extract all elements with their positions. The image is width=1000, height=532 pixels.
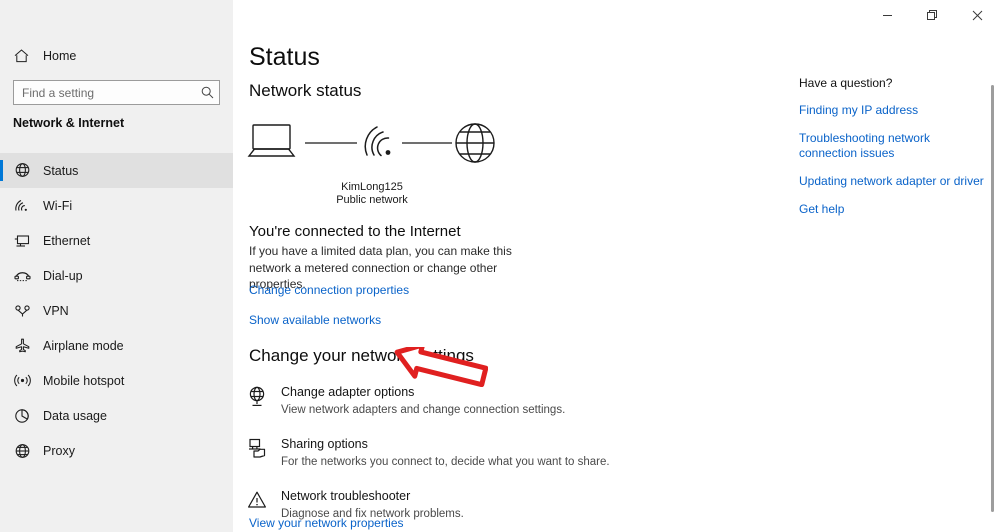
sidebar-item-label: Dial-up bbox=[43, 268, 83, 283]
option-title: Change adapter options bbox=[281, 385, 415, 399]
network-options-list: Change adapter options View network adap… bbox=[247, 382, 717, 532]
sidebar-item-ethernet[interactable]: Ethernet bbox=[0, 223, 233, 258]
home-icon bbox=[14, 49, 36, 63]
home-label: Home bbox=[43, 49, 77, 63]
close-button[interactable] bbox=[955, 0, 1000, 31]
search-box[interactable] bbox=[13, 80, 220, 105]
sidebar-item-wi-fi[interactable]: Wi-Fi bbox=[0, 188, 233, 223]
network-name-block: KimLong125 Public network bbox=[247, 181, 497, 207]
sidebar-item-label: Ethernet bbox=[43, 233, 91, 248]
sidebar-item-home[interactable]: Home bbox=[0, 43, 233, 69]
help-rail: Have a question? Finding my IP address T… bbox=[799, 76, 984, 230]
option-description: For the networks you connect to, decide … bbox=[281, 456, 610, 468]
sharing-icon bbox=[247, 434, 281, 482]
link-change-connection-properties[interactable]: Change connection properties bbox=[249, 283, 409, 297]
sidebar: Home Network & Internet bbox=[0, 0, 233, 532]
sidebar-item-proxy[interactable]: Proxy bbox=[0, 433, 233, 468]
sidebar-item-data-usage[interactable]: Data usage bbox=[0, 398, 233, 433]
option-description: View network adapters and change connect… bbox=[281, 404, 566, 416]
search-icon[interactable] bbox=[195, 86, 219, 99]
help-link-finding-ip[interactable]: Finding my IP address bbox=[799, 103, 984, 118]
restore-button[interactable] bbox=[910, 0, 955, 31]
pie-chart-icon bbox=[14, 406, 36, 426]
sidebar-nav-list: Status Wi-Fi Ethernet Dial-up VPN Airpla… bbox=[0, 153, 233, 468]
link-show-available-networks[interactable]: Show available networks bbox=[249, 313, 381, 327]
sidebar-item-vpn[interactable]: VPN bbox=[0, 293, 233, 328]
sidebar-item-label: Airplane mode bbox=[43, 338, 124, 353]
sidebar-item-label: Proxy bbox=[43, 443, 75, 458]
sidebar-item-status[interactable]: Status bbox=[0, 153, 233, 188]
settings-window: Settings bbox=[0, 0, 1000, 532]
sidebar-item-mobile-hotspot[interactable]: Mobile hotspot bbox=[0, 363, 233, 398]
option-sharing-options[interactable]: Sharing options For the networks you con… bbox=[247, 434, 717, 482]
network-type: Public network bbox=[336, 194, 408, 206]
link-view-network-properties[interactable]: View your network properties bbox=[249, 516, 404, 530]
network-diagram bbox=[247, 119, 507, 181]
adapter-globe-icon bbox=[247, 382, 281, 430]
sidebar-item-label: Wi-Fi bbox=[43, 198, 73, 213]
window-controls bbox=[865, 0, 1000, 31]
sidebar-item-dial-up[interactable]: Dial-up bbox=[0, 258, 233, 293]
dialup-phone-icon bbox=[14, 266, 36, 286]
vertical-scrollbar[interactable] bbox=[991, 85, 994, 512]
option-title: Network troubleshooter bbox=[281, 489, 411, 503]
vpn-icon bbox=[14, 301, 36, 321]
laptop-icon bbox=[247, 124, 296, 157]
sidebar-item-label: VPN bbox=[43, 303, 69, 318]
network-name: KimLong125 bbox=[341, 181, 403, 193]
option-text: Change adapter options View network adap… bbox=[281, 382, 565, 430]
change-network-settings-heading: Change your network settings bbox=[249, 346, 474, 365]
airplane-icon bbox=[14, 336, 36, 356]
wifi-signal-icon bbox=[364, 126, 391, 157]
minimize-button[interactable] bbox=[865, 0, 910, 31]
network-status-heading: Network status bbox=[249, 81, 362, 100]
option-text: Sharing options For the networks you con… bbox=[281, 434, 610, 482]
help-link-troubleshooting[interactable]: Troubleshooting network connection issue… bbox=[799, 131, 984, 161]
sidebar-item-label: Mobile hotspot bbox=[43, 373, 125, 388]
option-title: Sharing options bbox=[281, 437, 368, 451]
globe-icon bbox=[14, 441, 36, 461]
ethernet-icon bbox=[14, 231, 36, 251]
hotspot-icon bbox=[14, 371, 36, 391]
page-title: Status bbox=[249, 43, 320, 71]
sidebar-item-label: Status bbox=[43, 163, 79, 178]
connected-heading: You're connected to the Internet bbox=[249, 223, 461, 240]
help-link-get-help[interactable]: Get help bbox=[799, 202, 984, 217]
help-rail-heading: Have a question? bbox=[799, 76, 893, 90]
sidebar-category-title: Network & Internet bbox=[13, 116, 125, 130]
sidebar-item-label: Data usage bbox=[43, 408, 107, 423]
wifi-icon bbox=[14, 196, 36, 216]
option-change-adapter-options[interactable]: Change adapter options View network adap… bbox=[247, 382, 717, 430]
main-content: Status Network status KimLong125 Public … bbox=[233, 31, 1000, 532]
restore-icon bbox=[927, 10, 937, 20]
minimize-icon bbox=[883, 15, 892, 16]
close-icon bbox=[972, 10, 983, 21]
search-input[interactable] bbox=[14, 85, 195, 100]
help-link-updating-adapter[interactable]: Updating network adapter or driver bbox=[799, 174, 984, 189]
sidebar-item-airplane-mode[interactable]: Airplane mode bbox=[0, 328, 233, 363]
status-globe-icon bbox=[14, 161, 36, 181]
globe-icon bbox=[455, 123, 495, 163]
